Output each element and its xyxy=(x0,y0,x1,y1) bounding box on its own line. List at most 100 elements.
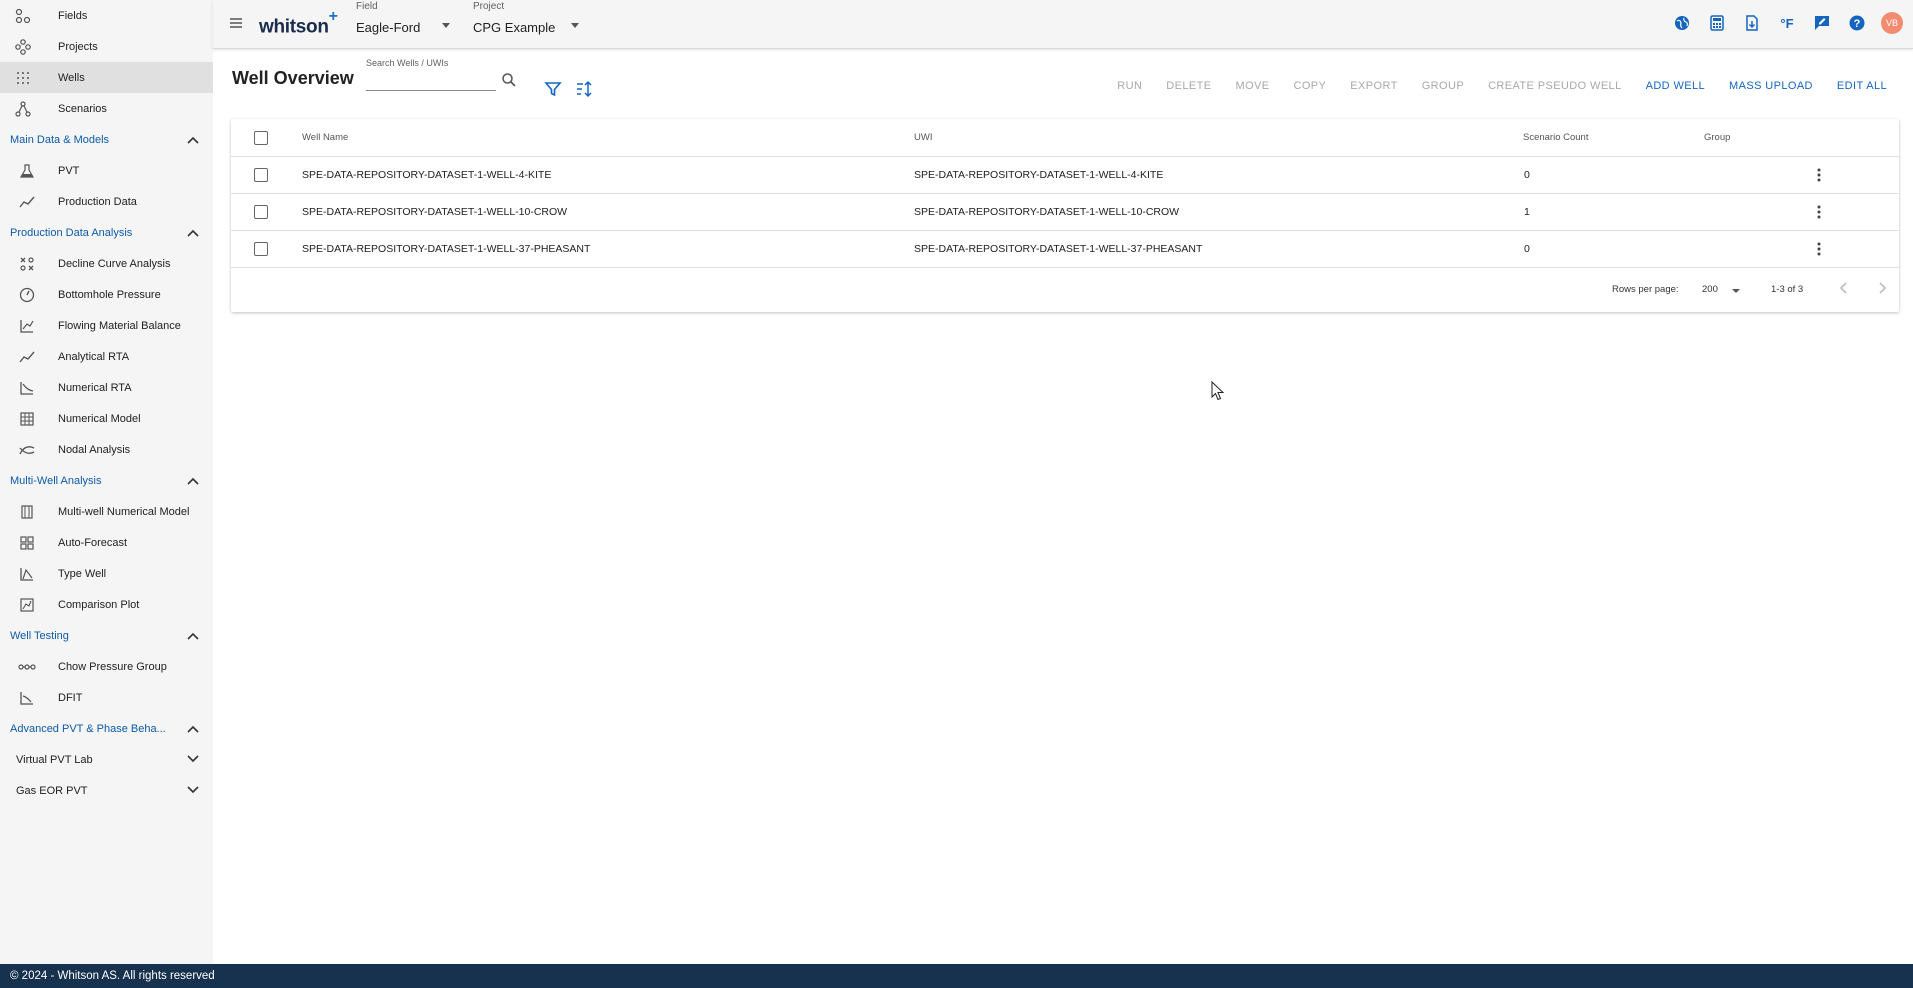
material-balance-icon xyxy=(16,315,38,337)
project-value: CPG Example xyxy=(473,20,556,35)
filter-icon[interactable] xyxy=(544,80,562,98)
column-header-group[interactable]: Group xyxy=(1704,119,1730,156)
table-row[interactable]: SPE-DATA-REPOSITORY-DATASET-1-WELL-4-KIT… xyxy=(231,156,1899,194)
field-selector[interactable]: Field Eagle-Ford xyxy=(356,0,451,46)
more-vert-icon[interactable] xyxy=(1810,166,1828,184)
sidebar-item-bottomhole-pressure[interactable]: Bottomhole Pressure xyxy=(0,279,213,310)
sidebar-item-label: Fields xyxy=(58,9,88,22)
line-chart-icon xyxy=(16,191,38,213)
avatar[interactable]: VB xyxy=(1881,12,1903,34)
sidebar-group-virtual-pvt-lab[interactable]: Virtual PVT Lab xyxy=(0,744,213,775)
sidebar-item-analytical-rta[interactable]: Analytical RTA xyxy=(0,341,213,372)
run-button[interactable]: RUN xyxy=(1105,80,1154,92)
field-label: Field xyxy=(356,1,378,12)
well-name-cell[interactable]: SPE-DATA-REPOSITORY-DATASET-1-WELL-37-PH… xyxy=(302,230,590,267)
grid-model-icon xyxy=(16,408,38,430)
mass-upload-button[interactable]: MASS UPLOAD xyxy=(1717,80,1825,92)
projects-icon xyxy=(12,36,34,58)
sidebar-item-numerical-model[interactable]: Numerical Model xyxy=(0,403,213,434)
section-production-data-analysis[interactable]: Production Data Analysis xyxy=(0,217,213,248)
copy-button[interactable]: COPY xyxy=(1282,80,1339,92)
scenario-count-cell: 0 xyxy=(1524,242,1530,255)
well-name-cell[interactable]: SPE-DATA-REPOSITORY-DATASET-1-WELL-10-CR… xyxy=(302,193,567,230)
section-multi-well-analysis[interactable]: Multi-Well Analysis xyxy=(0,465,213,496)
chevron-up-icon xyxy=(187,133,199,147)
app-logo[interactable]: whitson+ xyxy=(259,8,338,38)
calculator-icon[interactable] xyxy=(1706,12,1728,34)
more-vert-icon[interactable] xyxy=(1810,203,1828,221)
sidebar-item-label: Projects xyxy=(58,40,98,53)
sidebar-item-dfit[interactable]: DFIT xyxy=(0,682,213,713)
menu-icon[interactable] xyxy=(227,14,245,32)
sidebar-item-numerical-rta[interactable]: Numerical RTA xyxy=(0,372,213,403)
table-header: Well Name UWI Scenario Count Group xyxy=(231,119,1899,157)
sidebar-item-fields[interactable]: Fields xyxy=(0,0,213,31)
decline-curve-icon xyxy=(16,253,38,275)
chevron-left-icon[interactable] xyxy=(1837,281,1851,298)
uwi-cell: SPE-DATA-REPOSITORY-DATASET-1-WELL-10-CR… xyxy=(914,205,1180,218)
chevron-right-icon[interactable] xyxy=(1875,281,1889,298)
search-icon[interactable] xyxy=(501,72,519,90)
scenario-count-cell: 1 xyxy=(1524,205,1530,218)
rows-per-page-select[interactable]: 200 xyxy=(1702,282,1742,298)
globe-icon[interactable] xyxy=(1671,12,1693,34)
project-selector[interactable]: Project CPG Example xyxy=(473,0,583,46)
table-row[interactable]: SPE-DATA-REPOSITORY-DATASET-1-WELL-10-CR… xyxy=(231,193,1899,231)
search-input[interactable] xyxy=(366,74,496,91)
sidebar-item-type-well[interactable]: Type Well xyxy=(0,558,213,589)
sidebar-item-flowing-material-balance[interactable]: Flowing Material Balance xyxy=(0,310,213,341)
group-button[interactable]: GROUP xyxy=(1410,80,1476,92)
sidebar-item-multi-well-numerical-model[interactable]: Multi-well Numerical Model xyxy=(0,496,213,527)
sidebar-item-label: Flowing Material Balance xyxy=(58,319,181,332)
sidebar-group-gas-eor-pvt[interactable]: Gas EOR PVT xyxy=(0,775,213,806)
sidebar-item-production-data[interactable]: Production Data xyxy=(0,186,213,217)
sidebar-item-label: Comparison Plot xyxy=(58,598,140,611)
group-title: Gas EOR PVT xyxy=(16,784,88,797)
sidebar-item-nodal-analysis[interactable]: Nodal Analysis xyxy=(0,434,213,465)
temperature-unit-icon[interactable]: °F xyxy=(1776,12,1798,34)
gauge-icon xyxy=(16,284,38,306)
file-download-icon[interactable] xyxy=(1741,12,1763,34)
export-button[interactable]: EXPORT xyxy=(1338,80,1409,92)
help-icon[interactable]: ? xyxy=(1846,12,1868,34)
select-all-checkbox[interactable] xyxy=(254,130,268,145)
table-row[interactable]: SPE-DATA-REPOSITORY-DATASET-1-WELL-37-PH… xyxy=(231,230,1899,268)
caret-down-icon xyxy=(571,23,579,28)
sidebar-item-label: PVT xyxy=(58,164,80,177)
delete-button[interactable]: DELETE xyxy=(1154,80,1223,92)
chevron-up-icon xyxy=(187,722,199,736)
sidebar-item-label: Auto-Forecast xyxy=(58,536,128,549)
sidebar-item-decline-curve-analysis[interactable]: Decline Curve Analysis xyxy=(0,248,213,279)
column-header-well-name[interactable]: Well Name xyxy=(302,119,348,156)
column-header-scenario-count[interactable]: Scenario Count xyxy=(1523,119,1588,156)
more-vert-icon[interactable] xyxy=(1810,240,1828,258)
sidebar-item-label: Production Data xyxy=(58,195,137,208)
sidebar-item-wells[interactable]: Wells xyxy=(0,62,213,93)
section-advanced-pvt[interactable]: Advanced PVT & Phase Beha... xyxy=(0,713,213,744)
edit-all-button[interactable]: EDIT ALL xyxy=(1825,80,1899,92)
sidebar-item-projects[interactable]: Projects xyxy=(0,31,213,62)
sidebar-item-comparison-plot[interactable]: Comparison Plot xyxy=(0,589,213,620)
section-well-testing[interactable]: Well Testing xyxy=(0,620,213,651)
column-header-uwi[interactable]: UWI xyxy=(914,119,932,156)
add-well-button[interactable]: ADD WELL xyxy=(1634,80,1717,92)
search-label: Search Wells / UWIs xyxy=(366,58,449,68)
pagination-range: 1-3 of 3 xyxy=(1771,284,1804,295)
row-checkbox[interactable] xyxy=(254,204,268,219)
sidebar-item-chow-pressure-group[interactable]: Chow Pressure Group xyxy=(0,651,213,682)
row-checkbox[interactable] xyxy=(254,167,268,182)
sort-icon[interactable] xyxy=(575,80,593,98)
sidebar-item-auto-forecast[interactable]: Auto-Forecast xyxy=(0,527,213,558)
move-button[interactable]: MOVE xyxy=(1224,80,1282,92)
section-main-data-models[interactable]: Main Data & Models xyxy=(0,124,213,155)
create-pseudo-well-button[interactable]: CREATE PSEUDO WELL xyxy=(1476,80,1634,92)
sidebar-item-scenarios[interactable]: Scenarios xyxy=(0,93,213,124)
sidebar-item-pvt[interactable]: PVT xyxy=(0,155,213,186)
well-name-cell[interactable]: SPE-DATA-REPOSITORY-DATASET-1-WELL-4-KIT… xyxy=(302,156,551,193)
chevron-up-icon xyxy=(187,226,199,240)
row-checkbox[interactable] xyxy=(254,241,268,256)
chevron-up-icon xyxy=(187,474,199,488)
sidebar-item-label: Analytical RTA xyxy=(58,350,130,363)
multiwell-icon xyxy=(16,501,38,523)
feedback-icon[interactable] xyxy=(1811,12,1833,34)
